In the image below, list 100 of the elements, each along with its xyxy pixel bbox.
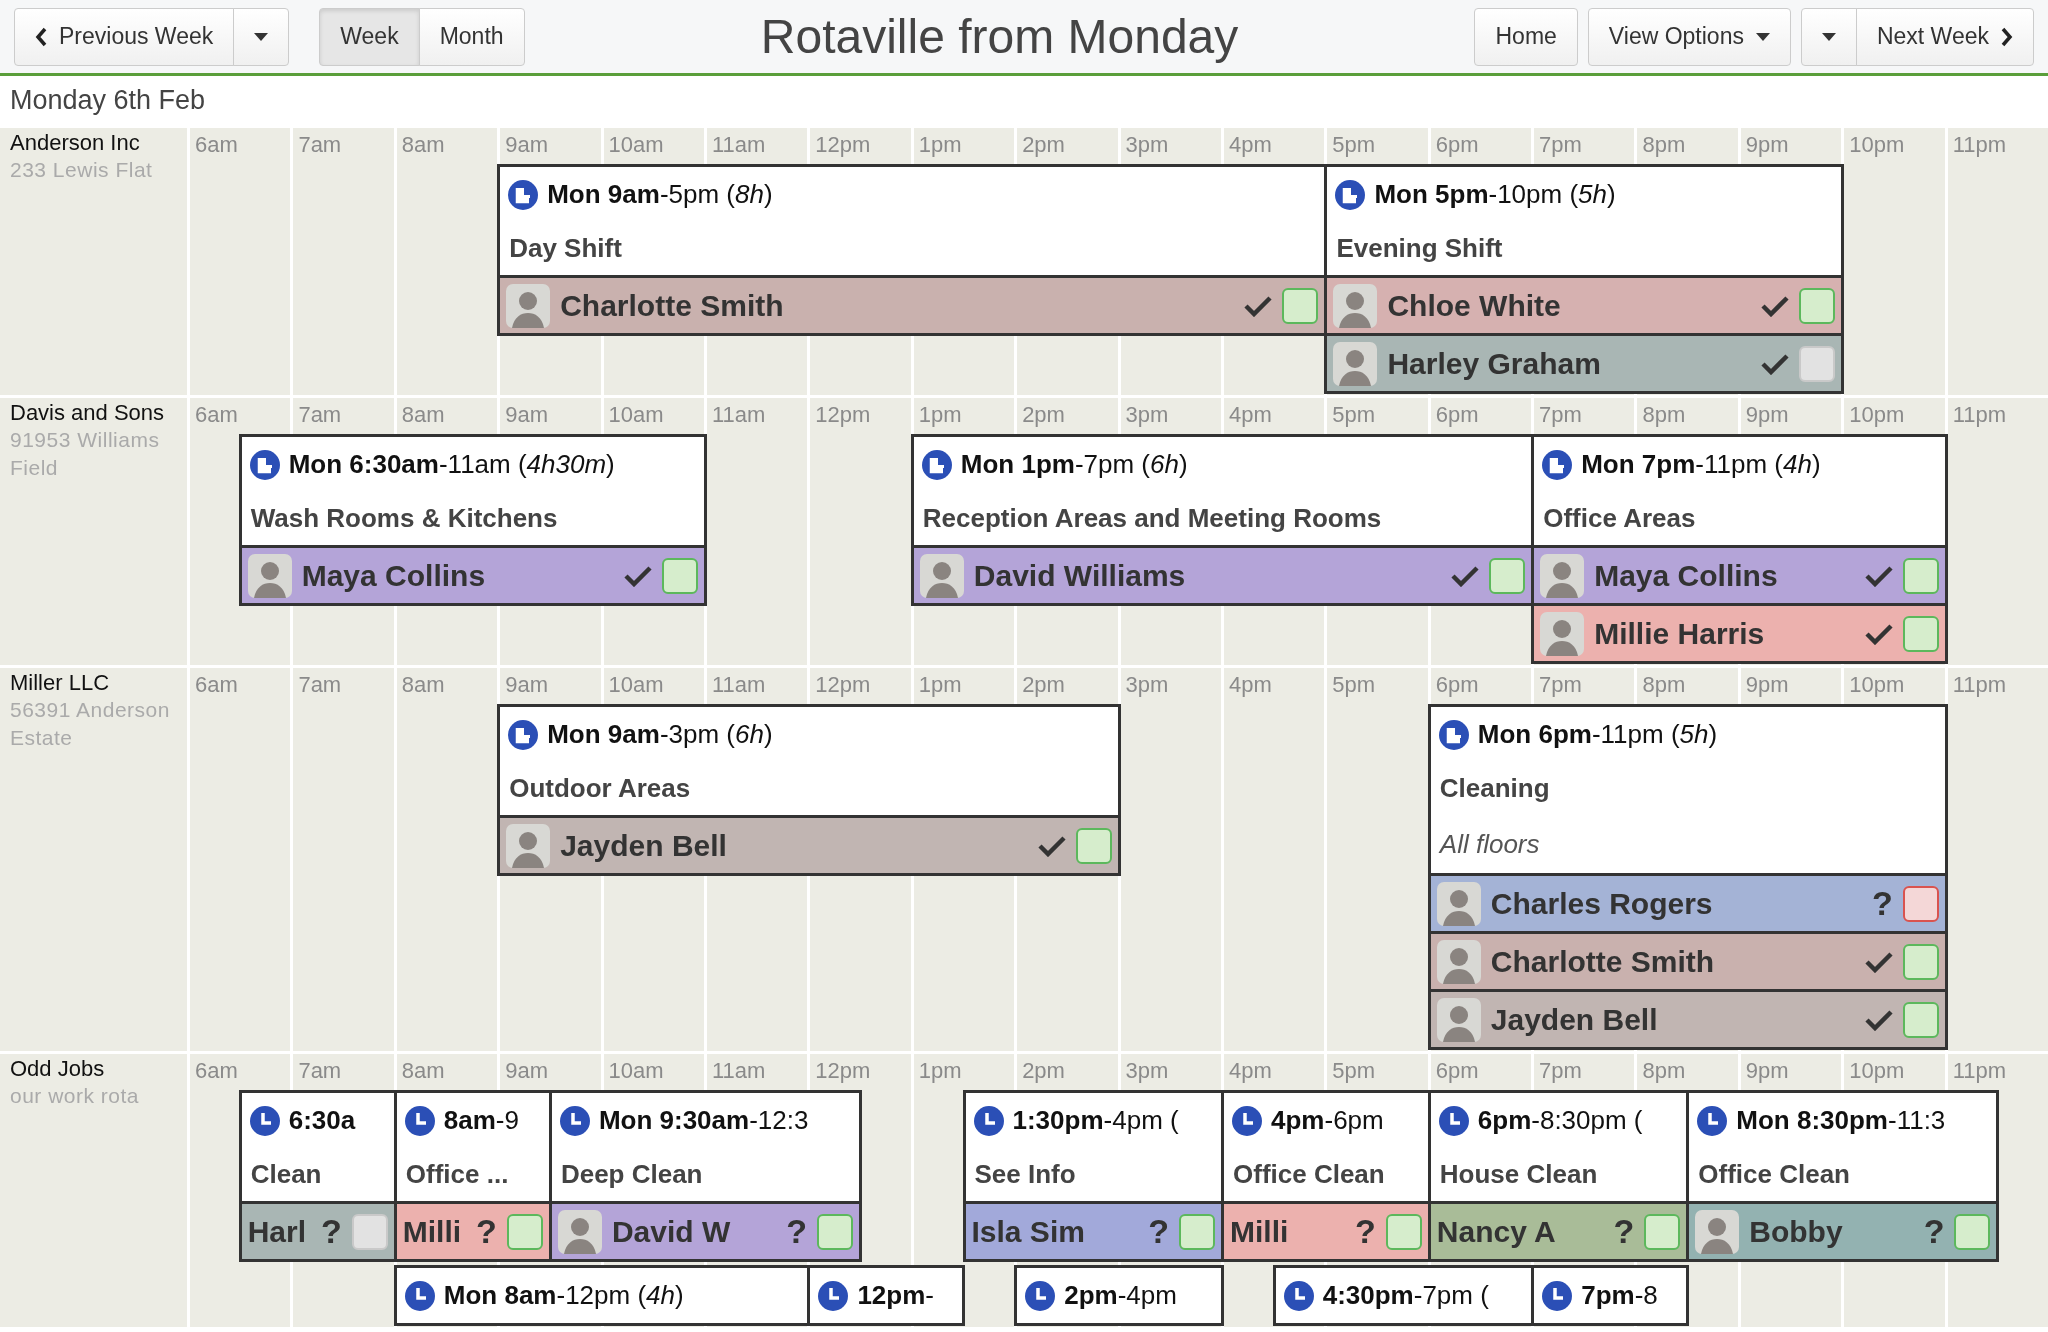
hour-label: 11pm (1951, 671, 2007, 698)
status-mark: ? (1872, 884, 1893, 923)
staff-row[interactable]: Maya Collins (1534, 545, 1945, 603)
staff-row[interactable]: Maya Collins (241, 545, 704, 603)
shift-card[interactable]: 2pm-4pm (1014, 1265, 1224, 1326)
staff-name: Milli (402, 1214, 463, 1249)
hour-label: 1pm (917, 1057, 962, 1084)
status-box[interactable] (1489, 557, 1526, 594)
hour-label: 6pm (1434, 1057, 1479, 1084)
status-box[interactable] (1902, 885, 1939, 922)
staff-row[interactable]: Charlotte Smith (1430, 931, 1945, 989)
hour-label: 8am (400, 671, 445, 698)
staff-name: Harl (247, 1214, 308, 1249)
chevron-left-icon (35, 26, 47, 47)
hour-label: 11pm (1951, 131, 2007, 158)
status-box[interactable] (1902, 615, 1939, 652)
view-tab[interactable]: Month (418, 7, 525, 66)
shift-title: Clean (249, 1158, 323, 1191)
shift-time: 6:30a (288, 1105, 356, 1136)
hour-label: 8pm (1641, 671, 1686, 698)
status-box[interactable] (1799, 287, 1836, 324)
shift-card[interactable]: Mon 9am-3pm (6h) Outdoor Areas Jayden Bell (497, 704, 1121, 876)
shift-time: Mon 6pm-11pm (5h) (1477, 719, 1718, 750)
staff-row[interactable]: Harley Graham (1327, 333, 1842, 391)
hour-label: 9pm (1744, 671, 1789, 698)
client-name: Odd Jobs (10, 1056, 106, 1082)
staff-name: Isla Sim (971, 1214, 1086, 1249)
status-box[interactable] (1902, 943, 1939, 980)
staff-row[interactable]: Milli ? (396, 1201, 549, 1259)
staff-name: Charles Rogers (1490, 886, 1714, 921)
dropdown-button[interactable] (233, 7, 290, 66)
hour-label: 9am (504, 401, 548, 428)
shift-time: Mon 1pm-7pm (6h) (960, 449, 1188, 480)
shift-card[interactable]: 4pm-6pm Office Clean Milli ? (1221, 1090, 1431, 1262)
home-button[interactable]: Home (1474, 7, 1578, 66)
staff-row[interactable]: Bobby ? (1689, 1201, 1997, 1259)
status-box[interactable] (1385, 1213, 1422, 1250)
status-box[interactable] (1644, 1213, 1681, 1250)
status-mark: ? (321, 1212, 342, 1251)
staff-row[interactable]: Chloe White (1327, 275, 1842, 333)
status-box[interactable] (817, 1213, 854, 1250)
hour-label: 7am (297, 131, 342, 158)
status-box[interactable] (1954, 1213, 1991, 1250)
shift-card[interactable]: Mon 6:30am-11am (4h30m) Wash Rooms & Kitchens Maya Collins (238, 434, 707, 606)
hour-label: 2pm (1021, 401, 1065, 428)
status-box[interactable] (1902, 1001, 1939, 1038)
hour-label: 3pm (1124, 131, 1169, 158)
view-options-button[interactable]: View Options (1587, 7, 1791, 66)
status-mark: ? (476, 1212, 497, 1251)
shift-card[interactable]: Mon 6pm-11pm (5h) Cleaning All floors Charles Rogers ? Charlotte Smith Jayden Bell (1427, 704, 1948, 1050)
shift-title: Office Clean (1697, 1158, 1851, 1191)
shift-title: Office Areas (1542, 502, 1697, 535)
hour-label: 5pm (1331, 1057, 1376, 1084)
hour-label: 6am (194, 131, 238, 158)
client-address: 91953 Williams Field (10, 427, 161, 481)
staff-row[interactable]: David W ? (551, 1201, 860, 1259)
hour-label: 4pm (1227, 671, 1272, 698)
hour-label: 11pm (1951, 401, 2007, 428)
hour-label: 2pm (1021, 671, 1065, 698)
hour-label: 5pm (1331, 401, 1376, 428)
status-box[interactable] (506, 1213, 543, 1250)
staff-name: Jayden Bell (560, 828, 728, 863)
shift-card[interactable]: 6:30a Clean Harl ? (238, 1090, 397, 1262)
status-box[interactable] (1799, 345, 1836, 382)
staff-row[interactable]: Jayden Bell (500, 815, 1118, 873)
staff-row[interactable]: David Williams (913, 545, 1532, 603)
shift-card[interactable]: 1:30pm-4pm ( See Info Isla Sim ? (962, 1090, 1224, 1262)
dropdown-button[interactable] (1800, 7, 1857, 66)
view-tab[interactable]: Week (319, 7, 420, 66)
client-address: our work rota (10, 1083, 141, 1109)
staff-row[interactable]: Millie Harris (1534, 603, 1945, 661)
status-box[interactable] (1179, 1213, 1215, 1250)
status-box[interactable] (662, 557, 698, 594)
shift-card[interactable]: 12pm- (807, 1265, 966, 1326)
staff-row[interactable]: Nancy A ? (1430, 1201, 1687, 1259)
previous-week-button[interactable]: Previous Week (14, 7, 235, 66)
status-box[interactable] (1902, 557, 1939, 594)
hour-label: 2pm (1021, 1057, 1065, 1084)
shift-card[interactable]: 7pm-8 (1531, 1265, 1690, 1326)
staff-row[interactable]: Isla Sim ? (965, 1201, 1221, 1259)
staff-name: David Williams (973, 558, 1187, 593)
hour-label: 4pm (1227, 401, 1272, 428)
staff-row[interactable]: Harl ? (241, 1201, 394, 1259)
hour-label: 10pm (1848, 1057, 1905, 1084)
next-week-button[interactable]: Next Week (1855, 7, 2034, 66)
staff-name: Charlotte Smith (560, 288, 785, 323)
staff-name: Millie Harris (1594, 616, 1766, 651)
status-box[interactable] (1075, 827, 1112, 864)
shift-note: All floors (1437, 827, 1541, 861)
shift-card[interactable]: Mon 8:30pm-11:3 Office Clean Bobby ? (1686, 1090, 2000, 1262)
shift-card[interactable]: Mon 7pm-11pm (4h) Office Areas Maya Collins Millie Harris (1531, 434, 1948, 664)
status-box[interactable] (1282, 287, 1319, 324)
staff-row[interactable]: Charles Rogers ? (1430, 873, 1945, 931)
status-box[interactable] (351, 1213, 388, 1250)
shift-card[interactable]: Mon 5pm-10pm (5h) Evening Shift Chloe White Harley Graham (1324, 164, 1845, 394)
staff-row[interactable]: Charlotte Smith (500, 275, 1325, 333)
shift-title: Office Clean (1232, 1158, 1386, 1191)
staff-row[interactable]: Jayden Bell (1430, 989, 1945, 1047)
staff-row[interactable]: Milli ? (1224, 1201, 1428, 1259)
status-mark: ? (1613, 1212, 1635, 1251)
